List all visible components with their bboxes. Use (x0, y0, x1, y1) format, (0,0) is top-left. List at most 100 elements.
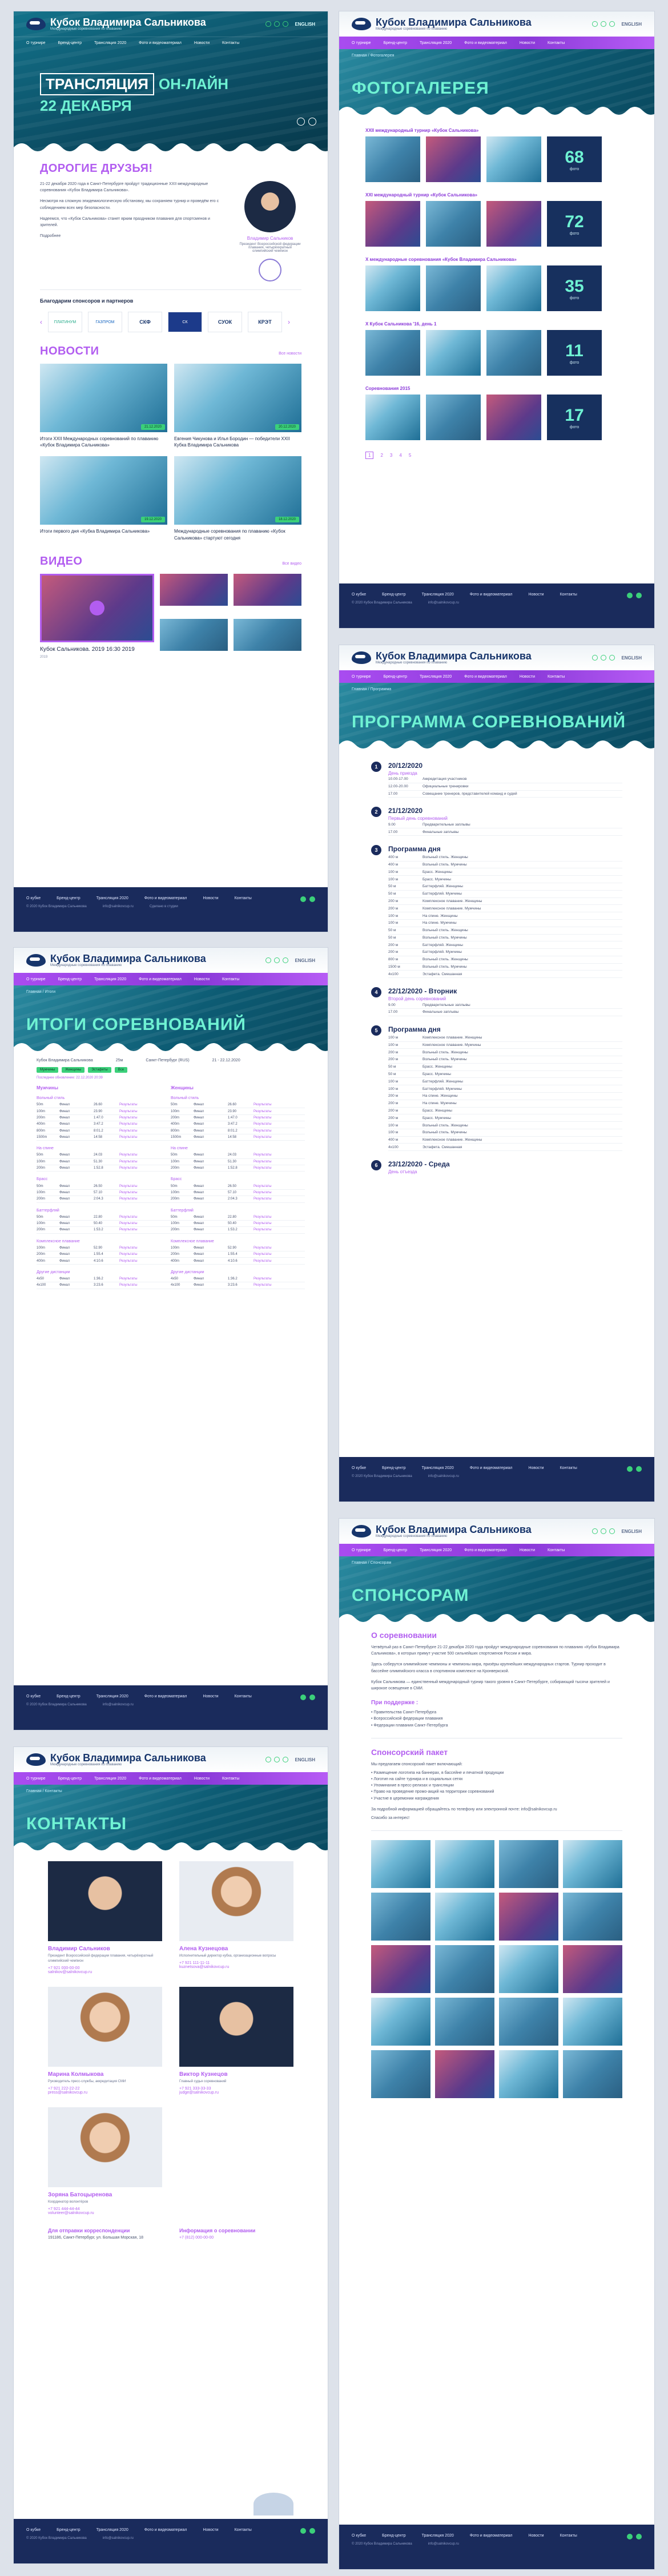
contact-mail[interactable]: salnikov@salnikovcup.ru (48, 1970, 162, 1974)
nav-item[interactable]: Бренд-центр (58, 1777, 82, 1781)
footer-link[interactable]: Бренд-центр (382, 2534, 405, 2538)
gallery-photo[interactable] (499, 1998, 558, 2046)
result-link[interactable]: Результаты (119, 1197, 171, 1201)
nav-item[interactable]: Фото и видеоматериал (139, 977, 182, 981)
album[interactable]: XXI международный турнир «Кубок Сальнико… (365, 192, 628, 247)
gallery-photo[interactable] (499, 2050, 558, 2099)
album-count[interactable]: 11 фото (547, 330, 602, 376)
album-title[interactable]: X международные соревнования «Кубок Влад… (365, 257, 628, 262)
footer-link[interactable]: Контакты (560, 593, 577, 597)
sponsor-logo[interactable]: СКФ (128, 312, 162, 332)
result-link[interactable]: Результаты (119, 1116, 171, 1120)
result-link[interactable]: Результаты (119, 1185, 171, 1188)
video-all-link[interactable]: Все видео (282, 562, 301, 566)
gallery-photo[interactable] (371, 1893, 430, 1941)
footer-link[interactable]: О кубке (26, 896, 41, 900)
result-link[interactable]: Результаты (253, 1246, 305, 1250)
footer-mail[interactable]: info@salnikovcup.ru (428, 1475, 459, 1478)
result-link[interactable]: Результаты (119, 1277, 171, 1281)
album[interactable]: Соревнования 2015 17 фото (365, 386, 628, 440)
result-link[interactable]: Результаты (119, 1191, 171, 1194)
chevron-left-icon[interactable]: ‹ (40, 318, 42, 326)
nav-item[interactable]: Трансляция 2020 (420, 675, 452, 679)
lang-switch[interactable]: ENGLISH (621, 22, 642, 27)
youtube-icon[interactable] (274, 957, 280, 963)
footer-link[interactable]: Контакты (560, 1466, 577, 1470)
result-link[interactable]: Результаты (253, 1110, 305, 1113)
video-thumb[interactable] (160, 619, 228, 651)
instagram-icon[interactable] (283, 1757, 289, 1762)
footer-mail[interactable]: info@salnikovcup.ru (103, 905, 134, 908)
nav-item[interactable]: О турнире (26, 1777, 46, 1781)
filter-chip[interactable]: Все (114, 1067, 128, 1073)
footer-dev[interactable]: Сделано в студии (150, 905, 178, 908)
greet-more-link[interactable]: Подробнее (40, 233, 227, 239)
site-logo[interactable]: Кубок Владимира СальниковаМеждународные … (352, 17, 532, 31)
result-link[interactable]: Результаты (119, 1253, 171, 1256)
result-link[interactable]: Результаты (119, 1215, 171, 1219)
result-link[interactable]: Результаты (253, 1136, 305, 1139)
chevron-right-icon[interactable]: › (288, 318, 290, 326)
gallery-photo[interactable] (563, 1840, 622, 1889)
youtube-icon[interactable] (601, 1528, 607, 1534)
album-photo[interactable] (426, 265, 481, 311)
nav-item[interactable]: Фото и видеоматериал (464, 41, 507, 45)
telegram-icon[interactable] (309, 1694, 315, 1700)
gallery-photo[interactable] (435, 1998, 494, 2046)
youtube-icon[interactable] (601, 655, 607, 661)
filter-chip[interactable]: Эстафеты (88, 1067, 111, 1073)
album[interactable]: X международные соревнования «Кубок Влад… (365, 257, 628, 311)
vk-icon[interactable] (627, 2534, 633, 2539)
contact-phone[interactable]: +7 921 000-00-00 (48, 1966, 162, 1970)
album-title[interactable]: X Кубок Сальникова '16, день 1 (365, 321, 628, 327)
page-link[interactable]: 3 (390, 453, 392, 458)
vk-icon[interactable] (300, 2528, 306, 2534)
album-photo[interactable] (365, 265, 420, 311)
site-logo[interactable]: Кубок Владимира СальниковаМеждународные … (352, 1524, 532, 1538)
footer-link[interactable]: Бренд-центр (57, 1694, 80, 1698)
footer-link[interactable]: Контакты (560, 2534, 577, 2538)
page-link[interactable]: 5 (409, 453, 411, 458)
album-count[interactable]: 17 фото (547, 395, 602, 440)
nav-item[interactable]: Новости (520, 675, 535, 679)
album-photo[interactable] (426, 395, 481, 440)
contact-phone[interactable]: +7 921 333-33-33 (179, 2087, 293, 2091)
instagram-icon[interactable] (609, 655, 615, 661)
nav-item[interactable]: Новости (520, 1548, 535, 1552)
contact-mail[interactable]: kuznetsova@salnikovcup.ru (179, 1965, 293, 1969)
news-card[interactable]: 19.12.2020 Итоги первого дня «Кубка Влади… (40, 456, 167, 541)
nav-item[interactable]: Контакты (222, 977, 239, 981)
telegram-icon[interactable] (636, 2534, 642, 2539)
contact-phone[interactable]: +7 921 222-22-22 (48, 2087, 162, 2091)
footer-link[interactable]: Фото и видеоматериал (470, 2534, 513, 2538)
result-link[interactable]: Результаты (253, 1129, 305, 1133)
gallery-photo[interactable] (499, 1840, 558, 1889)
lang-switch[interactable]: ENGLISH (295, 1757, 315, 1762)
site-logo[interactable]: Кубок Владимира СальниковаМеждународные … (352, 651, 532, 665)
nav-item[interactable]: Контакты (548, 41, 565, 45)
result-link[interactable]: Результаты (119, 1136, 171, 1139)
album-title[interactable]: XXI международный турнир «Кубок Сальнико… (365, 192, 628, 198)
footer-link[interactable]: Трансляция 2020 (96, 2528, 128, 2532)
footer-link[interactable]: Фото и видеоматериал (470, 1466, 513, 1470)
footer-mail[interactable]: info@salnikovcup.ru (428, 601, 459, 605)
sponsor-logo[interactable]: КРЭТ (248, 312, 282, 332)
vk-icon[interactable] (265, 957, 272, 963)
telegram-icon[interactable] (636, 1466, 642, 1472)
result-link[interactable]: Результаты (119, 1110, 171, 1113)
album-photo[interactable] (486, 330, 541, 376)
breadcrumb[interactable]: Главная / Итоги (26, 990, 55, 994)
nav-item[interactable]: Трансляция 2020 (420, 41, 452, 45)
result-link[interactable]: Результаты (253, 1122, 305, 1126)
album-title[interactable]: XXII международный турнир «Кубок Сальник… (365, 128, 628, 133)
footer-link[interactable]: Фото и видеоматериал (144, 2528, 187, 2532)
news-card[interactable]: 18.12.2020 Международные соревнования по … (174, 456, 301, 541)
footer-mail[interactable]: info@salnikovcup.ru (428, 2542, 459, 2546)
hero-prev-icon[interactable] (297, 118, 305, 126)
footer-mail[interactable]: info@salnikovcup.ru (103, 1703, 134, 1706)
footer-link[interactable]: Фото и видеоматериал (144, 1694, 187, 1698)
footer-link[interactable]: Новости (528, 1466, 544, 1470)
result-link[interactable]: Результаты (253, 1228, 305, 1231)
footer-link[interactable]: Бренд-центр (57, 896, 80, 900)
site-logo[interactable]: Кубок Владимира СальниковаМеждународные … (26, 1753, 206, 1766)
